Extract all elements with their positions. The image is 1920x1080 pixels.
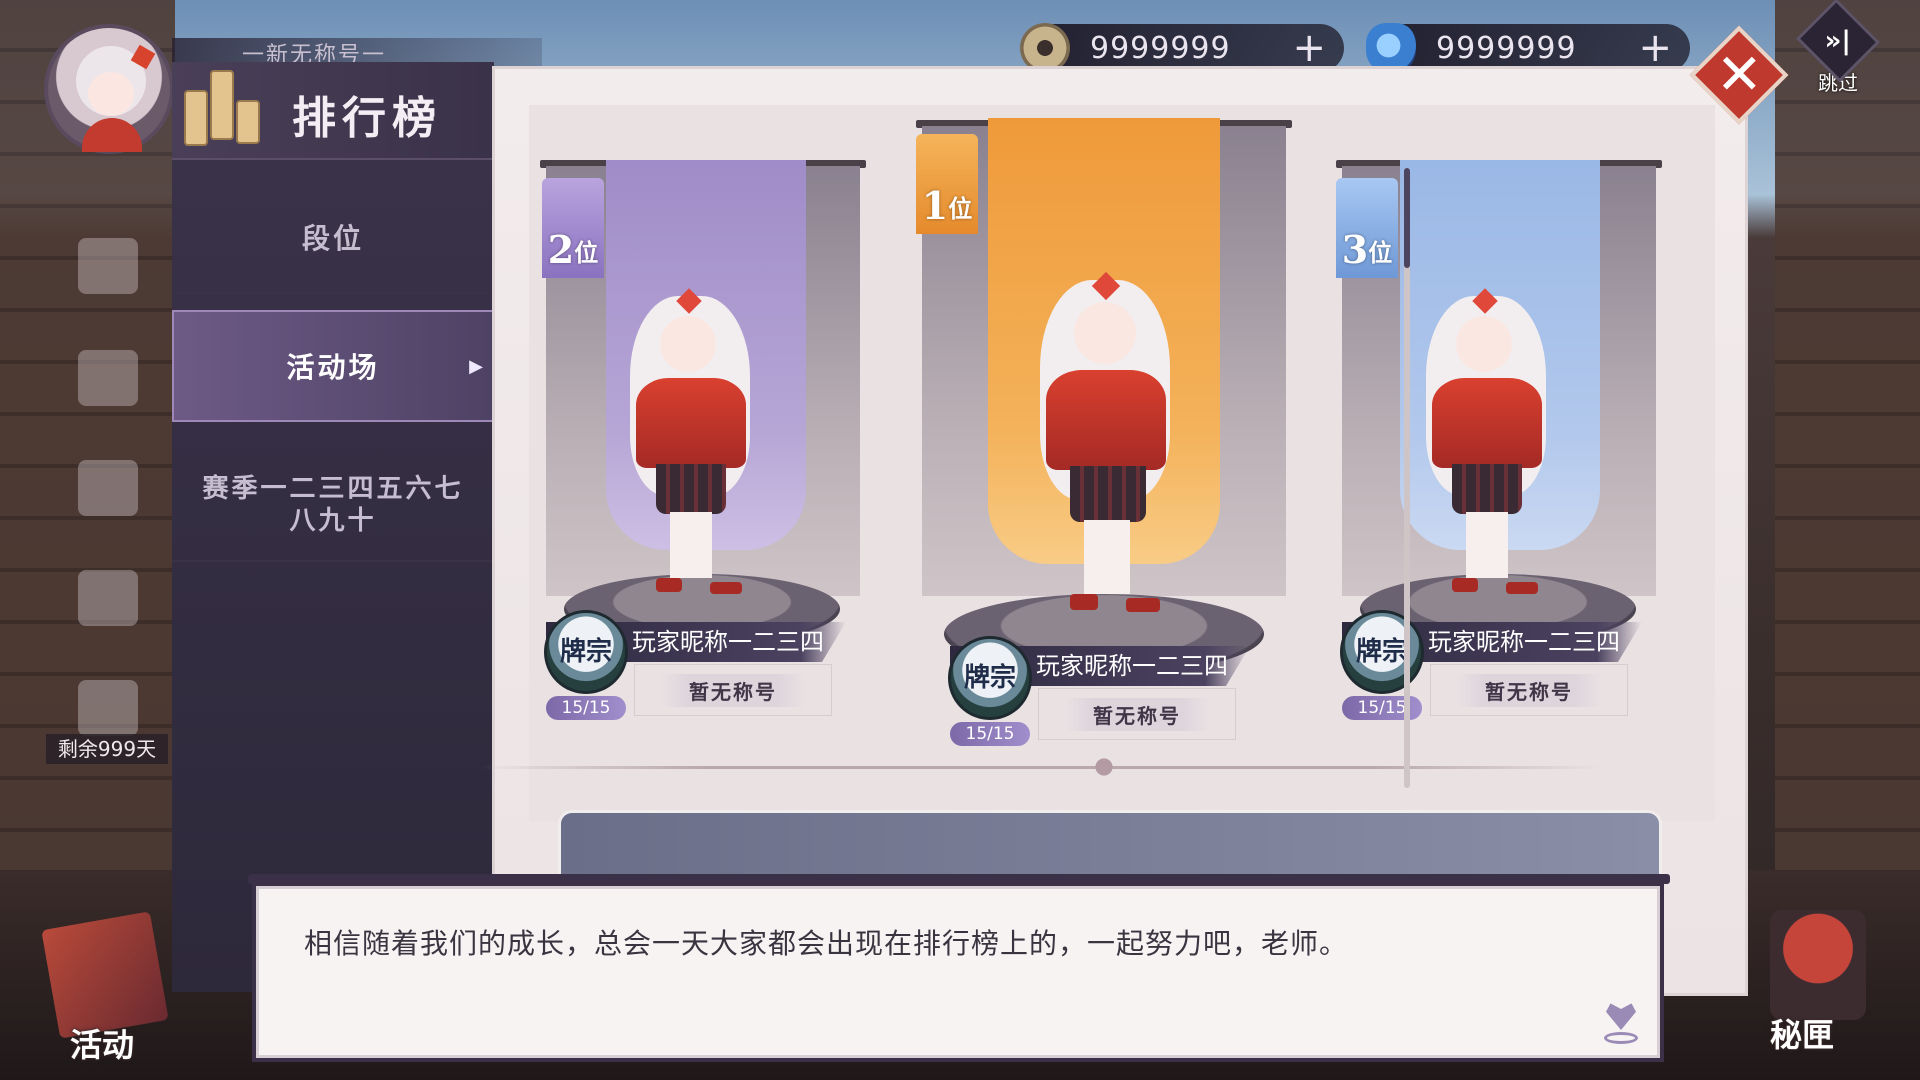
rank3-tier-label: 牌宗 xyxy=(1355,637,1408,667)
rank1-title-badge: 暂无称号 xyxy=(1038,688,1236,740)
rank3-tier-progress: 15/15 xyxy=(1342,696,1422,720)
tab-rank-tier[interactable]: 段位 xyxy=(172,182,494,294)
close-x-icon: ✕ xyxy=(1715,41,1763,107)
rank3-tier-emblem: 牌宗 xyxy=(1340,610,1424,694)
heart-continue-icon[interactable] xyxy=(1600,1002,1642,1046)
skip-button[interactable]: »| 跳过 xyxy=(1795,0,1881,96)
activity-label: 活动 xyxy=(70,1026,135,1064)
tab-label: 活动场 xyxy=(286,351,380,384)
dialog-box[interactable]: 相信随着我们的成长，总会一天大家都会出现在排行榜上的，一起努力吧，老师。 xyxy=(252,882,1664,1062)
tab-season[interactable]: 赛季一二三四五六七八九十 xyxy=(172,450,494,562)
rank2-tag: 2位 xyxy=(542,178,604,278)
gem-amount: 9999999 xyxy=(1436,30,1577,66)
side-announce-icon[interactable] xyxy=(78,570,138,626)
dialog-text: 相信随着我们的成长，总会一天大家都会出现在排行榜上的，一起努力吧，老师。 xyxy=(304,927,1349,960)
rank1-suffix: 位 xyxy=(948,194,973,223)
side-event-icon[interactable] xyxy=(78,680,138,736)
rank2-suffix: 位 xyxy=(574,238,599,267)
rank1-tag: 1位 xyxy=(916,134,978,234)
rank1-tier-emblem: 牌宗 xyxy=(948,636,1032,720)
leaderboard-list-row[interactable] xyxy=(558,810,1662,880)
rank1-title: 暂无称号 xyxy=(1065,697,1209,731)
tab-label: 赛季一二三四五六七八九十 xyxy=(202,474,464,536)
rank3-title-badge: 暂无称号 xyxy=(1430,664,1628,716)
coin-amount: 9999999 xyxy=(1090,30,1231,66)
treasure-box-icon xyxy=(1770,910,1866,1020)
rank1-tier-label: 牌宗 xyxy=(963,663,1016,693)
panel-title: 排行榜 xyxy=(292,93,442,144)
tab-event-arena[interactable]: 活动场 ▶ xyxy=(172,310,494,422)
rank2-number: 2 xyxy=(547,227,575,272)
panel-header: 排行榜 xyxy=(172,62,494,160)
divider-ornament xyxy=(1086,756,1122,778)
leaderboard-tab-column: 排行榜 段位 活动场 ▶ 赛季一二三四五六七八九十 xyxy=(172,62,494,992)
skip-forward-icon: »| xyxy=(1795,0,1881,83)
scrollbar-thumb[interactable] xyxy=(1404,168,1410,268)
remaining-days: 剩余999天 xyxy=(46,734,168,764)
rank2-tier-label: 牌宗 xyxy=(559,637,612,667)
rank2-title: 暂无称号 xyxy=(661,673,805,707)
activity-button[interactable]: 活动 xyxy=(41,911,170,1070)
section-divider xyxy=(480,766,1600,769)
rank1-number: 1 xyxy=(921,183,949,228)
treasure-label: 秘匣 xyxy=(1770,1016,1835,1054)
rank3-suffix: 位 xyxy=(1368,238,1393,267)
rank2-character[interactable] xyxy=(590,288,790,616)
side-mail-icon[interactable] xyxy=(78,460,138,516)
rank3-number: 3 xyxy=(1341,227,1369,272)
side-friends-icon[interactable] xyxy=(78,350,138,406)
chevron-right-icon: ▶ xyxy=(469,355,486,377)
avatar-face xyxy=(88,72,134,116)
avatar-robe xyxy=(82,118,142,152)
rank3-title: 暂无称号 xyxy=(1457,673,1601,707)
rank3-character[interactable] xyxy=(1386,288,1586,616)
leaderboard-scrollbar[interactable] xyxy=(1404,168,1410,788)
tab-label: 段位 xyxy=(301,222,364,255)
rank1-character[interactable] xyxy=(1000,271,1210,632)
player-avatar[interactable] xyxy=(44,24,174,154)
rank2-tier-progress: 15/15 xyxy=(546,696,626,720)
rank1-tier-progress: 15/15 xyxy=(950,722,1030,746)
leaderboard-icon xyxy=(184,70,260,150)
rank2-tier-emblem: 牌宗 xyxy=(544,610,628,694)
treasure-box-button[interactable]: 秘匣 xyxy=(1760,910,1880,1060)
rank3-tag: 3位 xyxy=(1336,178,1398,278)
rank2-title-badge: 暂无称号 xyxy=(634,664,832,716)
side-rank-icon[interactable] xyxy=(78,238,138,294)
